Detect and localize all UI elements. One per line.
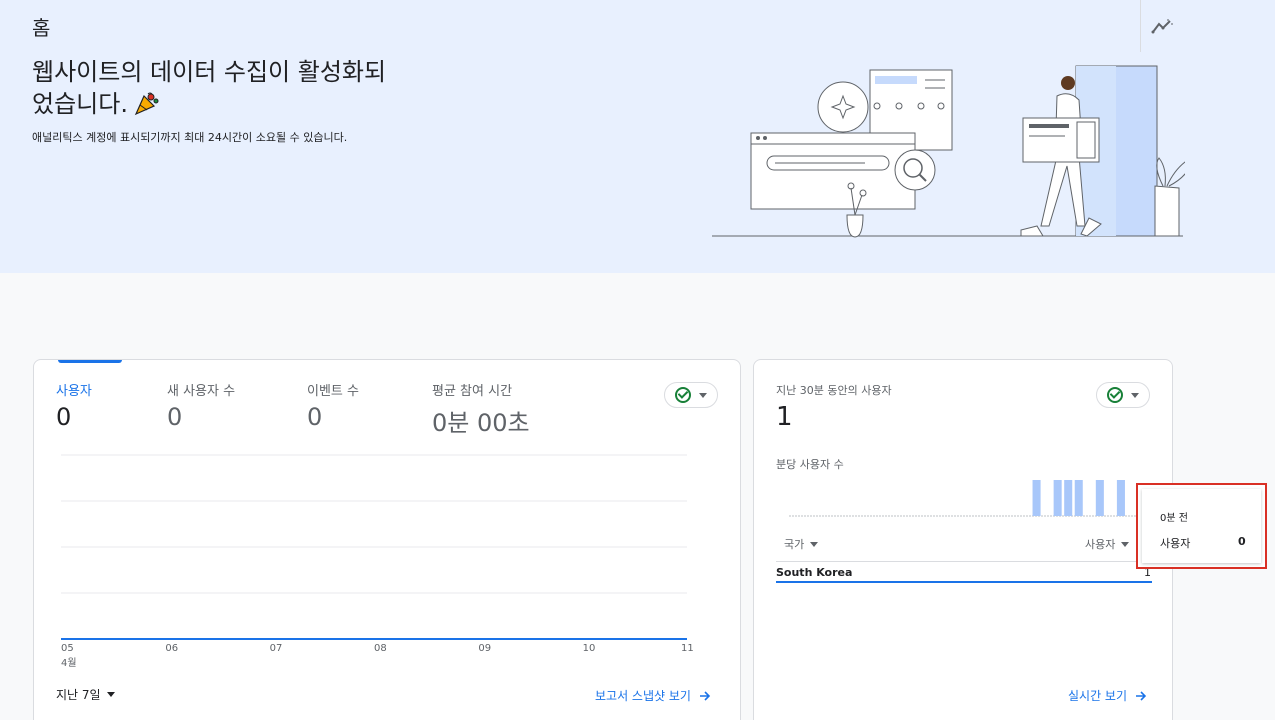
tooltip-time: 0분 전	[1160, 513, 1188, 524]
bar-minute	[1074, 480, 1083, 516]
x-tick-label: 06	[165, 643, 179, 654]
overview-card: 사용자 0 새 사용자 수 0 이벤트 수 0 평균 참여 시간 0분 00초 …	[33, 359, 741, 720]
x-tick-label: 05	[61, 643, 74, 654]
x-tick-label: 08	[374, 643, 387, 654]
trending-icon	[1151, 19, 1173, 34]
users-line-chart	[61, 454, 687, 640]
x-tick-label: 09	[478, 643, 492, 654]
tooltip-metric-label: 사용자	[1160, 537, 1191, 550]
headline-line-2: 었습니다.	[32, 90, 128, 118]
table-row-bar	[776, 581, 1152, 583]
bar-minute	[1095, 480, 1104, 516]
table-divider	[776, 561, 1152, 562]
link-label: 보고서 스냅샷 보기	[595, 689, 691, 703]
bar-minute	[1053, 480, 1062, 516]
x-tick-label: 07	[269, 643, 283, 654]
bar-minute	[1032, 480, 1041, 516]
banner-subline: 애널리틱스 계정에 표시되기까지 최대 24시간이 소요될 수 있습니다.	[32, 131, 348, 144]
users-per-minute-chart	[789, 480, 1137, 517]
insights-button[interactable]	[1140, 0, 1182, 52]
table-row-country: South Korea	[776, 566, 853, 579]
headline-line-1: 웹사이트의 데이터 수집이 활성화되	[32, 58, 387, 86]
dimension-header-label: 국가	[784, 538, 805, 551]
page-title: 홈	[32, 16, 51, 40]
arrow-right-icon	[1136, 690, 1147, 701]
bar-minute	[1064, 480, 1073, 516]
party-popper-icon	[134, 92, 159, 116]
chart-tooltip: 0분 전 사용자 0	[1142, 489, 1261, 563]
tooltip-metric-value: 0	[1238, 535, 1246, 548]
x-tick-label: 10	[582, 643, 596, 654]
dimension-dropdown[interactable]: 국가	[784, 536, 819, 552]
bar-minute	[1116, 480, 1125, 516]
link-label: 실시간 보기	[1068, 689, 1128, 703]
realtime-card: 지난 30분 동안의 사용자 1 분당 사용자 수 국가 사용자 South K…	[753, 359, 1173, 720]
x-tick-label: 11	[681, 643, 694, 654]
chevron-down-icon	[810, 541, 819, 547]
view-realtime-link[interactable]: 실시간 보기	[1068, 687, 1147, 704]
metric-dropdown[interactable]: 사용자	[1085, 536, 1130, 552]
x-axis-month-label: 4월	[61, 658, 77, 669]
arrow-right-icon	[699, 690, 711, 701]
view-report-snapshot-link[interactable]: 보고서 스냅샷 보기	[595, 687, 711, 704]
chevron-down-icon	[106, 692, 115, 697]
metric-header-label: 사용자	[1085, 538, 1116, 551]
chevron-down-icon	[1121, 541, 1130, 547]
banner-headline: 웹사이트의 데이터 수집이 활성화되 었습니다.	[32, 56, 412, 120]
welcome-illustration	[712, 65, 1185, 238]
date-range-label: 지난 7일	[56, 688, 101, 702]
welcome-banner: 홈 웹사이트의 데이터 수집이 활성화되 었습니다. 애널리틱스 계정에 표시되…	[0, 0, 1275, 273]
date-range-dropdown[interactable]: 지난 7일	[56, 686, 115, 703]
chart-tooltip-highlight: 0분 전 사용자 0	[1136, 483, 1267, 569]
